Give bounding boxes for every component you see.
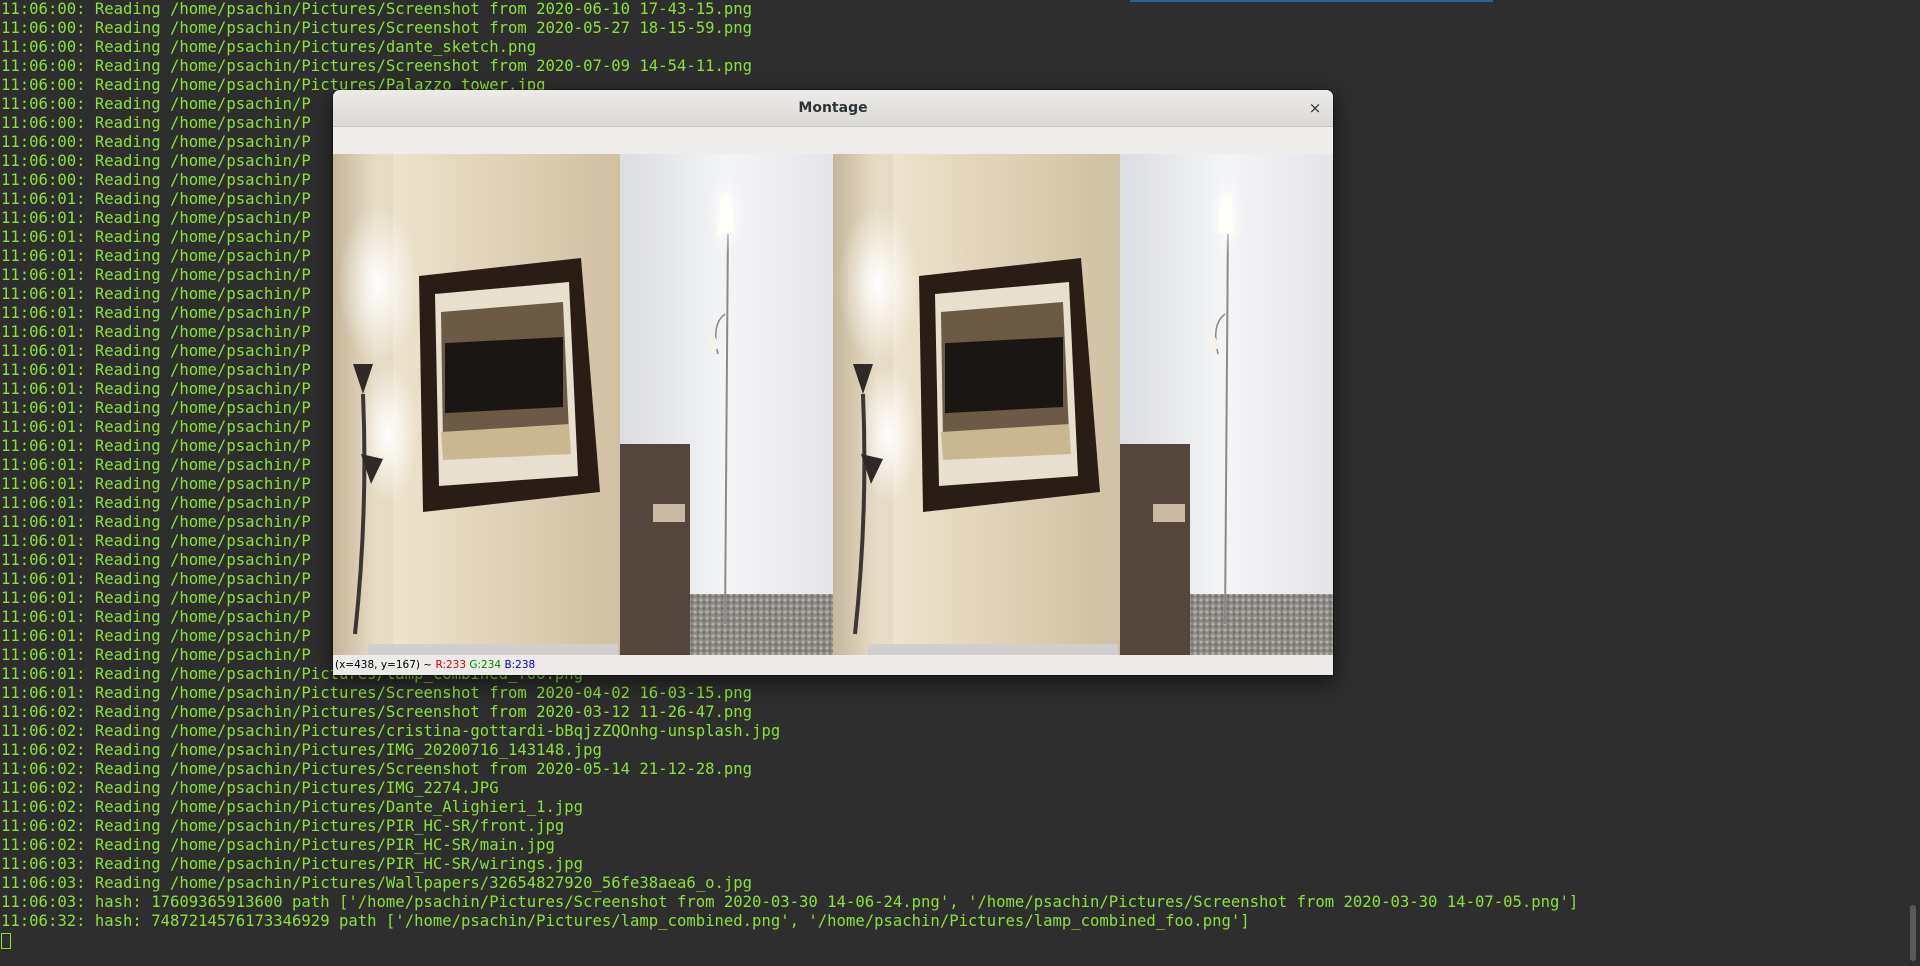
terminal-line: 11:06:02: Reading /home/psachin/Pictures… xyxy=(1,703,753,721)
terminal-prompt-line[interactable] xyxy=(0,931,1905,950)
pixel-info-statusbar: (x=438, y=167) ~ R:233 G:234 B:238 xyxy=(333,655,1333,675)
terminal-line: 11:06:01: Reading /home/psachin/Pictures… xyxy=(1,684,753,702)
terminal-line: 11:06:03: Reading /home/psachin/Pictures… xyxy=(1,874,753,892)
terminal-line: 11:06:02: Reading /home/psachin/Pictures… xyxy=(1,798,584,816)
terminal-line: 11:06:00: Reading /home/psachin/Pictures… xyxy=(1,38,537,56)
montage-image-1 xyxy=(333,154,835,655)
terminal-line: 11:06:00: Reading /home/psachin/Pictures… xyxy=(1,57,753,75)
pixel-blue-value: B:238 xyxy=(504,659,536,671)
montage-image-canvas[interactable] xyxy=(333,154,1333,655)
window-title: Montage xyxy=(798,100,868,116)
terminal-line: 11:06:00: Reading /home/psachin/Pictures… xyxy=(1,19,753,37)
terminal-line: 11:06:02: Reading /home/psachin/Pictures… xyxy=(1,760,753,778)
terminal-line: 11:06:02: Reading /home/psachin/Pictures… xyxy=(1,722,781,740)
terminal-line: 11:06:02: Reading /home/psachin/Pictures… xyxy=(1,817,565,835)
terminal-line: 11:06:03: hash: 17609365913600 path ['/h… xyxy=(1,893,1579,911)
terminal-cursor xyxy=(1,933,11,949)
terminal-scrollbar[interactable] xyxy=(1905,0,1920,966)
terminal-line: 11:06:02: Reading /home/psachin/Pictures… xyxy=(1,741,602,759)
pixel-green-value: G:234 xyxy=(469,659,502,671)
montage-image-2 xyxy=(831,154,1333,655)
montage-window[interactable]: Montage × (x=438, y=167) ~ R:233 G:234 B… xyxy=(333,90,1333,675)
terminal-line: 11:06:00: Reading /home/psachin/Pictures… xyxy=(1,0,753,18)
pixel-red-value: R:233 xyxy=(435,659,467,671)
terminal-line: 11:06:02: Reading /home/psachin/Pictures… xyxy=(1,836,555,854)
window-titlebar[interactable]: Montage × xyxy=(333,90,1333,127)
terminal-line: 11:06:03: Reading /home/psachin/Pictures… xyxy=(1,855,584,873)
background-window-edge xyxy=(1130,0,1493,2)
pixel-coords: (x=438, y=167) ~ xyxy=(335,659,433,671)
window-toolbar xyxy=(333,127,1333,155)
scrollbar-thumb[interactable] xyxy=(1910,905,1916,961)
close-button[interactable]: × xyxy=(1303,96,1327,120)
terminal-line: 11:06:02: Reading /home/psachin/Pictures… xyxy=(1,779,499,797)
terminal-line: 11:06:32: hash: 7487214576173346929 path… xyxy=(1,912,1250,930)
